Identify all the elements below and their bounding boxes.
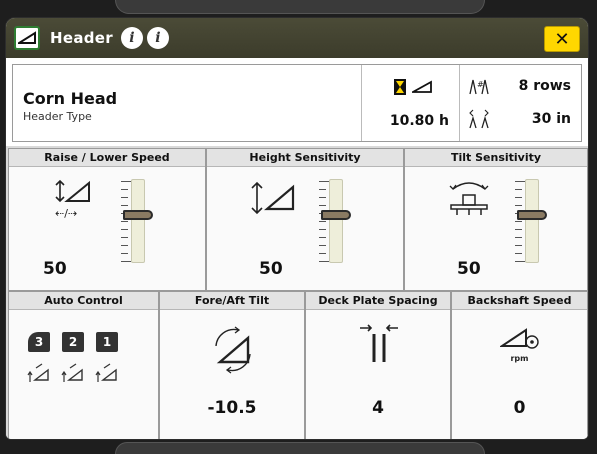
info-icon[interactable]: i <box>120 27 143 49</box>
raise-lower-speed-value: 50 <box>43 259 67 279</box>
raise-lower-speed-icon: ⇠/⇢ <box>55 179 90 220</box>
tilt-sensitivity-title: Tilt Sensitivity <box>405 149 587 167</box>
bezel-tab-bottom <box>115 442 485 454</box>
slider-thumb[interactable] <box>517 210 547 221</box>
slider-tick <box>515 221 522 222</box>
deck-plate-spacing-section[interactable]: Deck Plate Spacing 4 <box>305 291 451 439</box>
fore-aft-tilt-section[interactable]: Fore/Aft Tilt -10.5 <box>159 291 305 439</box>
slider-tick <box>515 189 522 190</box>
auto-control-title: Auto Control <box>9 292 158 310</box>
header-window: Header i i ✕ Corn Head Header Type 10.80… <box>5 17 589 440</box>
auto-control-section[interactable]: Auto Control 3 2 1 <box>8 291 159 439</box>
slider-tick <box>515 205 522 206</box>
slider-tick <box>121 221 128 222</box>
fore-aft-tilt-icon <box>215 326 251 374</box>
slider-tick <box>121 237 128 238</box>
slider-tick <box>319 237 326 238</box>
slider-tick <box>121 205 128 206</box>
tilt-sensitivity-slider[interactable] <box>513 179 549 263</box>
close-button[interactable]: ✕ <box>544 26 580 52</box>
title-bar: Header i i ✕ <box>6 18 588 58</box>
auto-control-mode-icon <box>95 363 117 382</box>
deck-plate-spacing-icon <box>360 324 398 362</box>
slider-tick <box>515 245 522 246</box>
row-spacing-icon <box>469 109 489 129</box>
slider-tick <box>121 189 128 190</box>
svg-text:⇠/⇢: ⇠/⇢ <box>55 207 77 220</box>
backshaft-speed-section[interactable]: Backshaft Speed rpm 0 <box>451 291 588 439</box>
window-title: Header <box>50 29 113 47</box>
height-sensitivity-value: 50 <box>259 259 283 279</box>
slider-tick <box>515 237 522 238</box>
slider-tick <box>319 205 326 206</box>
auto-control-buttons: 3 2 1 <box>25 332 121 384</box>
hourglass-icon <box>394 79 406 95</box>
height-sensitivity-title: Height Sensitivity <box>207 149 403 167</box>
slider-tick <box>121 181 131 182</box>
slider-tick <box>319 181 329 182</box>
slider-tick <box>319 197 326 198</box>
fore-aft-tilt-value: -10.5 <box>207 398 257 418</box>
fore-aft-tilt-title: Fore/Aft Tilt <box>160 292 304 310</box>
rows-icon: # <box>469 79 489 95</box>
auto-control-mode-icon <box>61 363 83 382</box>
slider-tick <box>319 221 326 222</box>
slider-thumb[interactable] <box>321 210 351 221</box>
header-type[interactable]: Corn Head Header Type <box>13 65 361 141</box>
backshaft-speed-title: Backshaft Speed <box>452 292 587 310</box>
height-sensitivity-icon <box>251 181 295 215</box>
height-sensitivity-slider[interactable] <box>317 179 353 263</box>
auto-control-mode-icon <box>27 363 49 382</box>
slider-tick <box>319 189 326 190</box>
tilt-sensitivity-value: 50 <box>457 259 481 279</box>
header-small-icon <box>412 80 432 93</box>
svg-text:#: # <box>477 80 484 89</box>
deck-plate-spacing-title: Deck Plate Spacing <box>306 292 450 310</box>
auto-control-key: 1 <box>96 332 118 352</box>
slider-tick <box>515 197 522 198</box>
backshaft-speed-value: 0 <box>513 398 526 418</box>
header-info-panel: Corn Head Header Type 10.80 h # 8 rows 3… <box>12 64 582 142</box>
slider-tick <box>515 261 525 262</box>
auto-control-key: 3 <box>28 332 50 352</box>
backshaft-speed-unit: rpm <box>510 354 529 363</box>
slider-tick <box>121 261 131 262</box>
deck-plate-spacing-value: 4 <box>372 398 384 418</box>
info-detail-icon[interactable]: i <box>146 27 169 49</box>
slider-tick <box>515 229 522 230</box>
raise-lower-speed-section[interactable]: Raise / Lower Speed ⇠/⇢ 50 <box>8 148 206 291</box>
header-app-icon <box>14 26 40 50</box>
rows-value: 8 rows <box>518 78 571 94</box>
slider-tick <box>319 253 326 254</box>
header-type-label: Header Type <box>23 110 92 123</box>
row-info[interactable]: # 8 rows 30 in <box>459 65 581 141</box>
height-sensitivity-section[interactable]: Height Sensitivity 50 <box>206 148 404 291</box>
raise-lower-speed-title: Raise / Lower Speed <box>9 149 205 167</box>
tilt-sensitivity-section[interactable]: Tilt Sensitivity 50 <box>404 148 588 291</box>
backshaft-speed-icon <box>500 328 539 349</box>
slider-tick <box>319 229 326 230</box>
row-spacing-value: 30 in <box>531 111 571 127</box>
settings-grid: Raise / Lower Speed ⇠/⇢ 50 Height Sensit… <box>6 146 588 439</box>
slider-tick <box>319 261 329 262</box>
slider-tick <box>515 181 525 182</box>
slider-thumb[interactable] <box>123 210 153 221</box>
slider-tick <box>121 229 128 230</box>
tilt-sensitivity-icon <box>449 182 489 215</box>
slider-tick <box>121 197 128 198</box>
auto-control-button-1[interactable]: 1 <box>93 332 121 384</box>
slider-tick <box>515 253 522 254</box>
hours-value: 10.80 h <box>389 113 449 129</box>
slider-tick <box>319 245 326 246</box>
bezel-tab-top <box>115 0 485 14</box>
auto-control-button-3[interactable]: 3 <box>25 332 53 384</box>
header-type-value: Corn Head <box>23 89 118 108</box>
slider-tick <box>121 245 128 246</box>
auto-control-key: 2 <box>62 332 84 352</box>
header-hours[interactable]: 10.80 h <box>361 65 459 141</box>
slider-tick <box>121 253 128 254</box>
raise-lower-speed-slider[interactable] <box>119 179 155 263</box>
auto-control-button-2[interactable]: 2 <box>59 332 87 384</box>
